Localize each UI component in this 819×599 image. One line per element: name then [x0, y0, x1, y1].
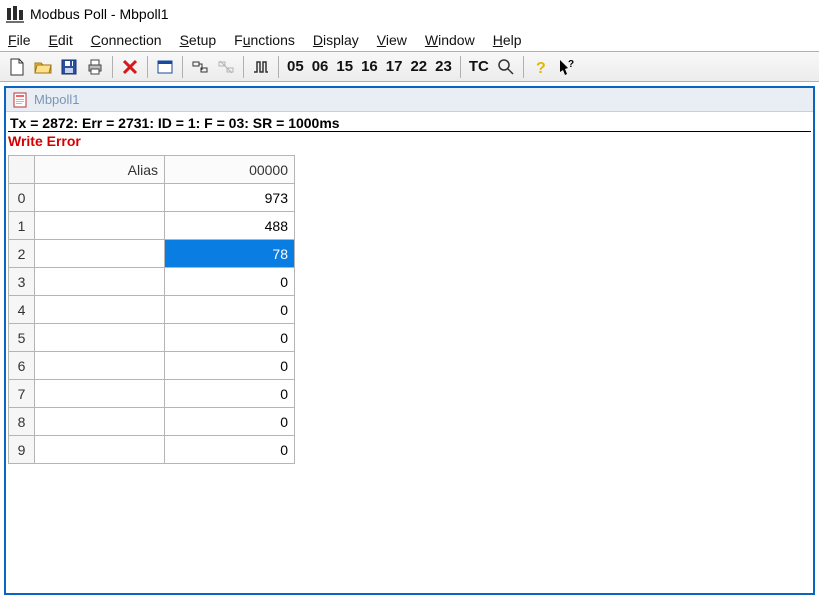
new-file-icon[interactable]: [6, 56, 28, 78]
table-row[interactable]: 90: [9, 436, 295, 464]
pulse-icon[interactable]: [250, 56, 272, 78]
cell-alias[interactable]: [35, 324, 165, 352]
menu-view[interactable]: View: [377, 32, 407, 48]
cell-alias[interactable]: [35, 352, 165, 380]
fcode-16[interactable]: 16: [359, 58, 380, 75]
toolbar-separator: [278, 56, 279, 78]
fcode-06[interactable]: 06: [310, 58, 331, 75]
menu-functions[interactable]: Functions: [234, 32, 295, 48]
table-row[interactable]: 40: [9, 296, 295, 324]
row-header[interactable]: 1: [9, 212, 35, 240]
row-header[interactable]: 6: [9, 352, 35, 380]
document-icon: [12, 92, 28, 108]
table-row[interactable]: 50: [9, 324, 295, 352]
table-row[interactable]: 0 973: [9, 184, 295, 212]
menu-connection[interactable]: Connection: [91, 32, 162, 48]
poll-error: Write Error: [6, 132, 813, 155]
mdi-child: Mbpoll1 Tx = 2872: Err = 2731: ID = 1: F…: [4, 86, 815, 595]
cell-value[interactable]: 0: [165, 380, 295, 408]
cell-value[interactable]: 78: [165, 240, 295, 268]
toolbar-separator: [523, 56, 524, 78]
col-header-value[interactable]: 00000: [165, 156, 295, 184]
toolbar-separator: [147, 56, 148, 78]
cell-alias[interactable]: [35, 436, 165, 464]
context-help-icon[interactable]: ?: [556, 56, 578, 78]
toolbar-separator: [460, 56, 461, 78]
window-title: Modbus Poll - Mbpoll1: [30, 6, 169, 22]
menu-display[interactable]: Display: [313, 32, 359, 48]
menu-setup[interactable]: Setup: [180, 32, 217, 48]
row-header[interactable]: 2: [9, 240, 35, 268]
titlebar: Modbus Poll - Mbpoll1: [0, 0, 819, 28]
cell-value[interactable]: 973: [165, 184, 295, 212]
mdi-body: Tx = 2872: Err = 2731: ID = 1: F = 03: S…: [6, 112, 813, 593]
mdi-titlebar[interactable]: Mbpoll1: [6, 88, 813, 112]
delete-icon[interactable]: [119, 56, 141, 78]
cell-value[interactable]: 0: [165, 324, 295, 352]
table-row[interactable]: 80: [9, 408, 295, 436]
cell-alias[interactable]: [35, 240, 165, 268]
mdi-title: Mbpoll1: [34, 92, 80, 107]
print-icon[interactable]: [84, 56, 106, 78]
svg-text:?: ?: [536, 60, 546, 76]
register-table: Alias 00000 0973148827830405060708090: [8, 155, 295, 464]
row-header[interactable]: 4: [9, 296, 35, 324]
table-row[interactable]: 30: [9, 268, 295, 296]
svg-text:?: ?: [568, 59, 574, 70]
col-header-alias[interactable]: Alias: [35, 156, 165, 184]
poll-status: Tx = 2872: Err = 2731: ID = 1: F = 03: S…: [8, 112, 811, 132]
cell-value[interactable]: 0: [165, 408, 295, 436]
menu-file[interactable]: File: [8, 32, 31, 48]
cell-alias[interactable]: [35, 212, 165, 240]
window-icon[interactable]: [154, 56, 176, 78]
toolbar-separator: [182, 56, 183, 78]
row-header[interactable]: 5: [9, 324, 35, 352]
app-icon: [6, 5, 24, 23]
fcode-15[interactable]: 15: [334, 58, 355, 75]
toolbar-separator: [112, 56, 113, 78]
toolbar: 05 06 15 16 17 22 23 TC ? ?: [0, 52, 819, 82]
open-file-icon[interactable]: [32, 56, 54, 78]
menu-edit[interactable]: Edit: [49, 32, 73, 48]
fcode-23[interactable]: 23: [433, 58, 454, 75]
magnifier-icon[interactable]: [495, 56, 517, 78]
cell-value[interactable]: 0: [165, 436, 295, 464]
table-row[interactable]: 60: [9, 352, 295, 380]
cell-value[interactable]: 488: [165, 212, 295, 240]
cell-alias[interactable]: [35, 408, 165, 436]
menu-window[interactable]: Window: [425, 32, 475, 48]
toolbar-separator: [243, 56, 244, 78]
cell-alias[interactable]: [35, 296, 165, 324]
cell-value[interactable]: 0: [165, 352, 295, 380]
row-header[interactable]: 7: [9, 380, 35, 408]
menubar: File Edit Connection Setup Functions Dis…: [0, 28, 819, 52]
unlink-icon[interactable]: [215, 56, 237, 78]
table-row[interactable]: 2 78: [9, 240, 295, 268]
table-row[interactable]: 70: [9, 380, 295, 408]
cell-alias[interactable]: [35, 380, 165, 408]
row-header[interactable]: 3: [9, 268, 35, 296]
link-icon[interactable]: [189, 56, 211, 78]
fcode-17[interactable]: 17: [384, 58, 405, 75]
table-corner: [9, 156, 35, 184]
cell-alias[interactable]: [35, 268, 165, 296]
cell-value[interactable]: 0: [165, 296, 295, 324]
menu-help[interactable]: Help: [493, 32, 522, 48]
cell-alias[interactable]: [35, 184, 165, 212]
row-header[interactable]: 9: [9, 436, 35, 464]
cell-value[interactable]: 0: [165, 268, 295, 296]
tc-label[interactable]: TC: [469, 58, 489, 75]
row-header[interactable]: 0: [9, 184, 35, 212]
help-icon[interactable]: ?: [530, 56, 552, 78]
table-row[interactable]: 1 488: [9, 212, 295, 240]
fcode-22[interactable]: 22: [408, 58, 429, 75]
fcode-05[interactable]: 05: [285, 58, 306, 75]
row-header[interactable]: 8: [9, 408, 35, 436]
save-icon[interactable]: [58, 56, 80, 78]
